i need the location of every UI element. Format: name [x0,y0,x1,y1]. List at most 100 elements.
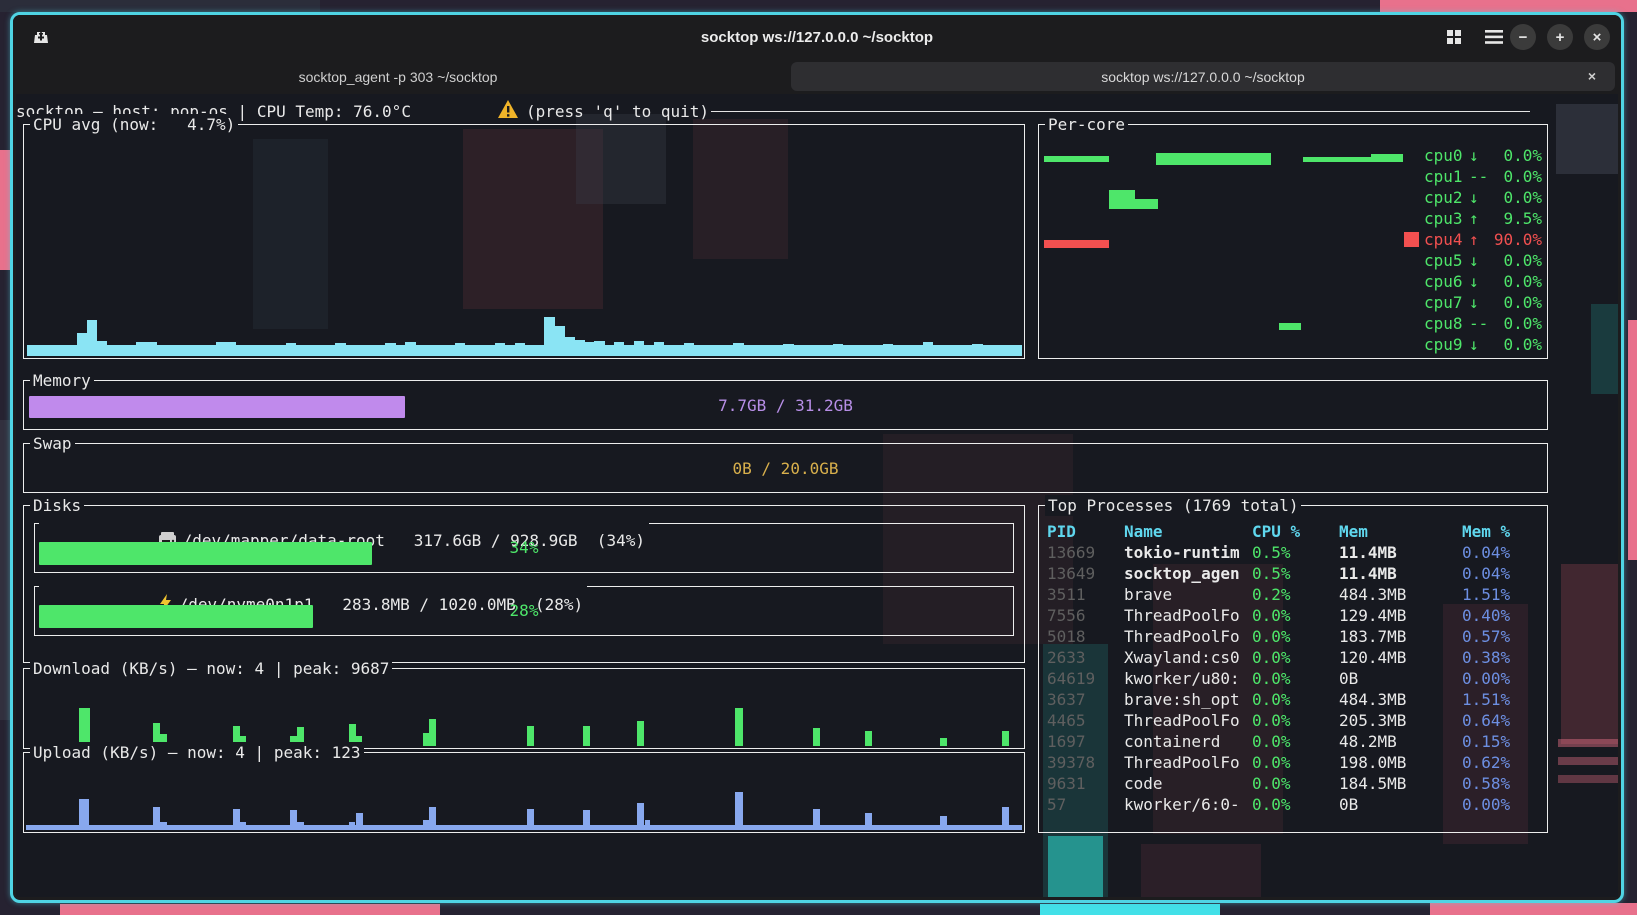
spark-bar [256,345,266,356]
spark-bar [465,345,475,356]
process-mem-percent: 0.04% [1462,564,1510,583]
spark-bar [813,345,823,356]
spark-bar [176,345,186,356]
tab-close-icon[interactable]: × [1583,67,1601,85]
spark-bar [335,343,345,356]
net-bar [637,721,644,746]
spark-bar [923,342,933,356]
core-row-cpu9: cpu9↓0.0% [1424,335,1542,354]
process-mem: 11.4MB [1339,543,1397,562]
net-bar [356,813,363,831]
spark-bar [704,345,714,356]
spark-bar [425,345,435,356]
process-mem-percent: 1.51% [1462,690,1510,709]
new-tab-icon[interactable] [28,24,54,50]
spark-bar [236,345,246,356]
process-mem: 198.0MB [1339,753,1406,772]
spark-bar [594,341,604,356]
core-row-cpu0: cpu0↓0.0% [1424,146,1542,165]
process-mem: 184.5MB [1339,774,1406,793]
process-mem: 183.7MB [1339,627,1406,646]
upload-panel: Upload (KB/s) — now: 4 | peak: 123 [23,752,1025,833]
spark-bar [992,345,1002,356]
spark-bar [405,342,415,356]
baseline-bar [26,825,1022,830]
process-row: 9631code0.0%184.5MB0.58% [1039,774,1547,795]
core-trend-icon: ↓ [1464,293,1488,312]
core-value: 0.0% [1488,293,1542,312]
core-name: cpu9 [1424,335,1464,354]
net-bar [940,738,947,746]
process-name: brave:sh_opt [1124,690,1240,709]
spark-bar [306,345,316,356]
spark-bar [395,345,405,356]
core-name: cpu2 [1424,188,1464,207]
process-row: 2633Xwayland:cs00.0%120.4MB0.38% [1039,648,1547,669]
spark-bar [415,345,425,356]
tab-socktop-active[interactable]: socktop ws://127.0.0.0 ~/socktop × [791,62,1615,91]
cpu-avg-panel: CPU avg (now: 4.7%) [23,124,1025,359]
process-pid: 57 [1047,795,1066,814]
tab-socktop-agent[interactable]: socktop_agent -p 303 ~/socktop [13,59,783,94]
spark-bar [57,345,67,356]
spark-bar [186,345,196,356]
spark-bar [216,342,226,356]
spark-bar [485,345,495,356]
process-row: 13649socktop_agen0.5%11.4MB0.04% [1039,564,1547,585]
core-trend-icon: ↑ [1464,230,1488,249]
core-name: cpu8 [1424,314,1464,333]
spark-bar [515,343,525,356]
process-cpu: 0.5% [1252,564,1291,583]
spark-bar [873,345,883,356]
core-row-cpu5: cpu5↓0.0% [1424,251,1542,270]
disk-percent: 34% [35,538,1013,557]
menu-icon[interactable] [1481,24,1507,50]
spark-bar [37,345,47,356]
grid-icon[interactable] [1441,24,1467,50]
process-mem: 129.4MB [1339,606,1406,625]
net-bar [813,728,820,746]
process-mem: 0B [1339,669,1358,688]
spark-bar [893,345,903,356]
core-trend-icon: -- [1464,167,1488,186]
maximize-button[interactable]: + [1547,24,1573,50]
process-row: 57kworker/6:0-0.0%0B0.00% [1039,795,1547,816]
spark-bar [644,345,654,356]
process-mem: 205.3MB [1339,711,1406,730]
spark-bar [196,345,206,356]
spark-bar [883,344,893,356]
spark-bar [714,345,724,356]
process-name: tokio-runtim [1124,543,1240,562]
spark-bar [136,342,146,356]
minimize-button[interactable]: − [1510,24,1536,50]
process-row: 4465ThreadPoolFo0.0%205.3MB0.64% [1039,711,1547,732]
core-trend-icon: -- [1464,314,1488,333]
spark-bar [156,345,166,356]
process-pid: 3637 [1047,690,1086,709]
swap-panel: Swap 0B / 20.0GB [23,443,1548,493]
spark-bar [326,345,336,356]
memory-title: Memory [30,370,94,391]
spark-bar [584,342,594,356]
spark-bar [47,345,57,356]
tab-bar: socktop_agent -p 303 ~/socktop socktop w… [13,59,1621,94]
net-bar [233,809,240,830]
core-row-cpu1: cpu1--0.0% [1424,167,1542,186]
spark-bar [286,343,296,356]
process-row: 5018ThreadPoolFo0.0%183.7MB0.57% [1039,627,1547,648]
spark-bar [694,345,704,356]
core-activity-bar [1044,156,1109,162]
spark-bar [743,345,753,356]
wallpaper-strip-left-pink [0,150,10,270]
process-table: PIDNameCPU %MemMem %13669tokio-runtim0.5… [1039,506,1547,832]
process-pid: 2633 [1047,648,1086,667]
close-button[interactable]: × [1584,24,1610,50]
core-row-cpu3: cpu3↑9.5% [1424,209,1542,228]
net-bar [583,726,590,746]
memory-panel: Memory 7.7GB / 31.2GB [23,380,1548,430]
process-mem-percent: 1.51% [1462,585,1510,604]
column-header: Name [1124,522,1163,541]
process-mem-percent: 0.64% [1462,711,1510,730]
spark-bar [495,343,505,356]
process-name: containerd [1124,732,1220,751]
